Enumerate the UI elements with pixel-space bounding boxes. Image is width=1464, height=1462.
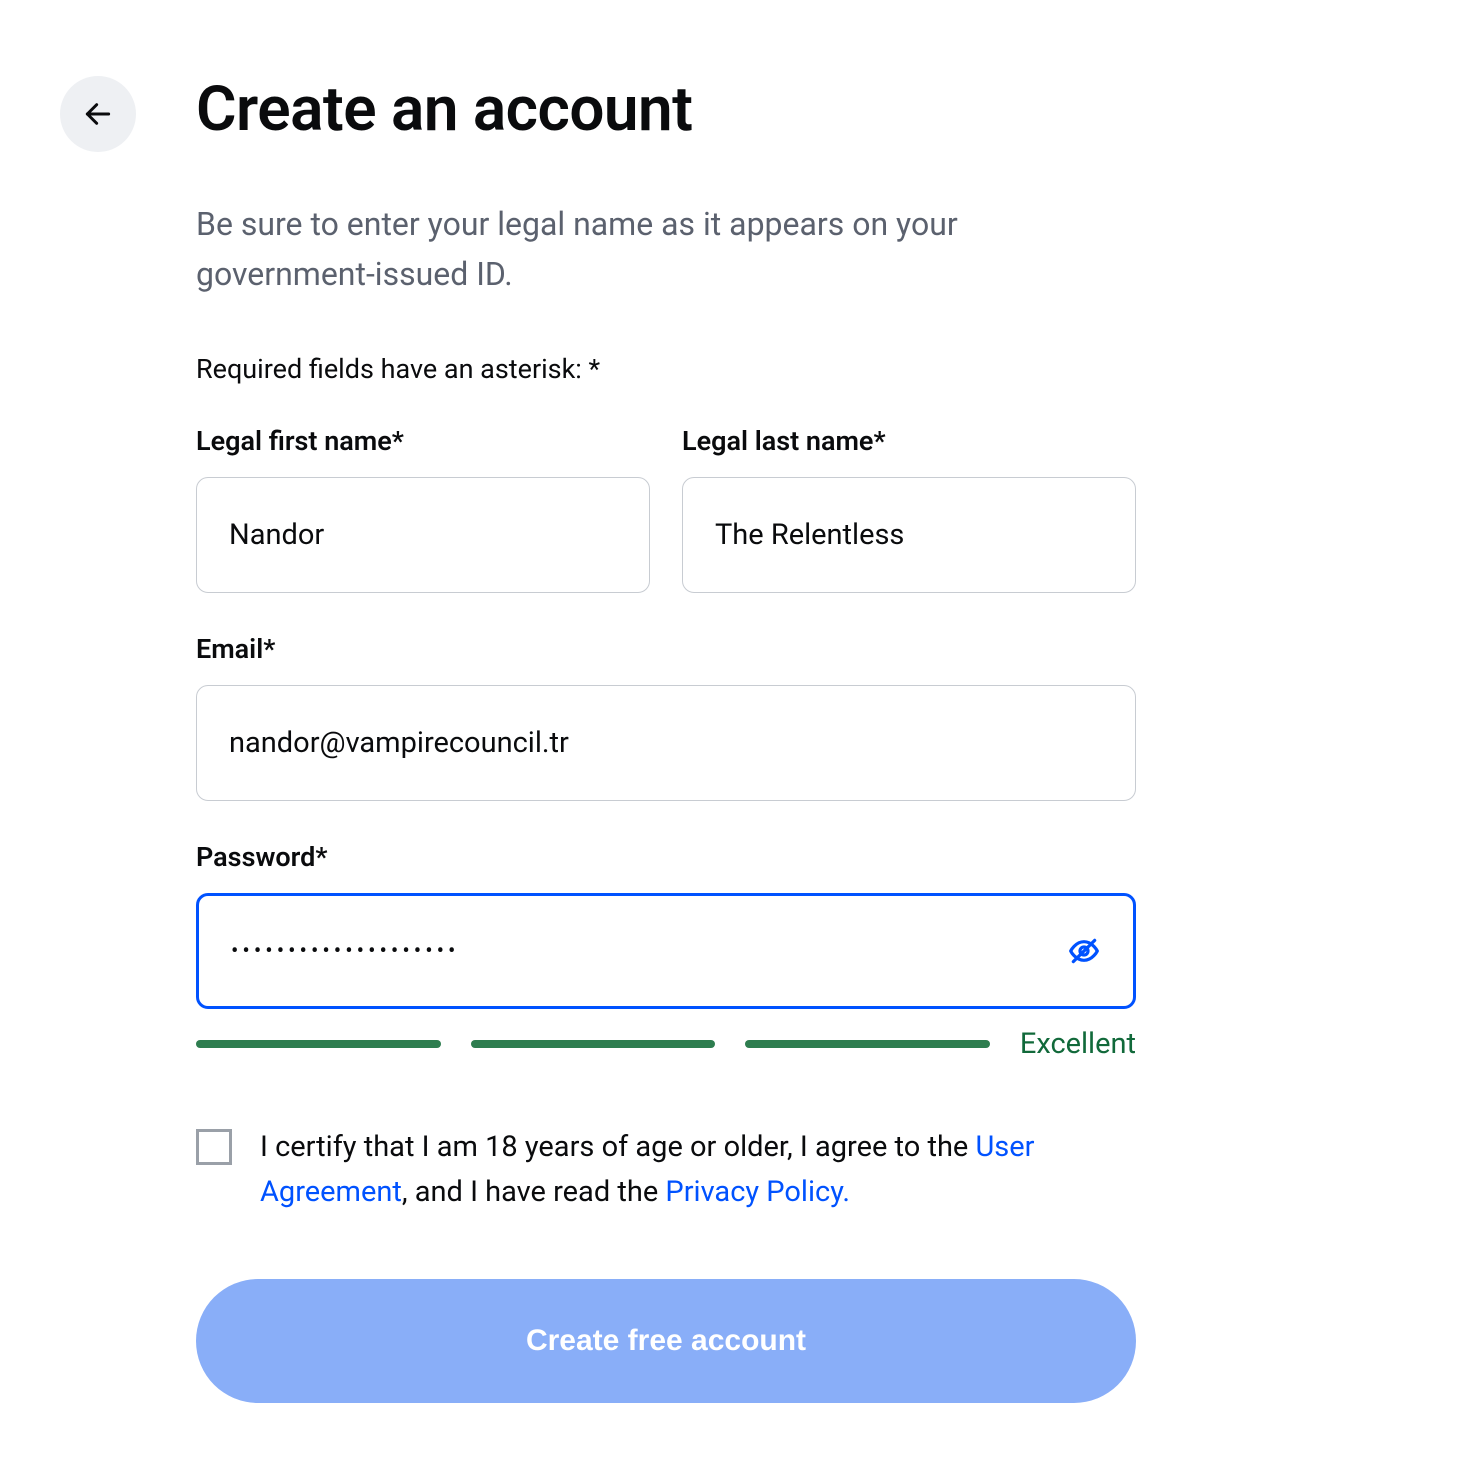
arrow-left-icon [82, 98, 114, 130]
strength-bar [471, 1040, 716, 1048]
password-input[interactable] [196, 893, 1136, 1009]
required-fields-note: Required fields have an asterisk: * [196, 353, 1136, 385]
password-label: Password* [196, 841, 1136, 873]
email-label: Email* [196, 633, 1136, 665]
strength-bar [196, 1040, 441, 1048]
password-strength-label: Excellent [1020, 1027, 1136, 1061]
first-name-label: Legal first name* [196, 425, 650, 457]
first-name-input[interactable] [196, 477, 650, 593]
certify-checkbox[interactable] [196, 1129, 232, 1165]
strength-bar [745, 1040, 990, 1048]
eye-off-icon [1068, 935, 1100, 967]
last-name-input[interactable] [682, 477, 1136, 593]
last-name-label: Legal last name* [682, 425, 1136, 457]
create-account-button[interactable]: Create free account [196, 1279, 1136, 1403]
page-subtitle: Be sure to enter your legal name as it a… [196, 200, 1136, 299]
privacy-policy-link[interactable]: Privacy Policy. [665, 1175, 850, 1209]
page-title: Create an account [196, 76, 1136, 144]
password-strength-meter [196, 1040, 990, 1048]
certify-label: I certify that I am 18 years of age or o… [260, 1125, 1136, 1215]
toggle-password-visibility-button[interactable] [1060, 927, 1108, 975]
email-input[interactable] [196, 685, 1136, 801]
back-button[interactable] [60, 76, 136, 152]
